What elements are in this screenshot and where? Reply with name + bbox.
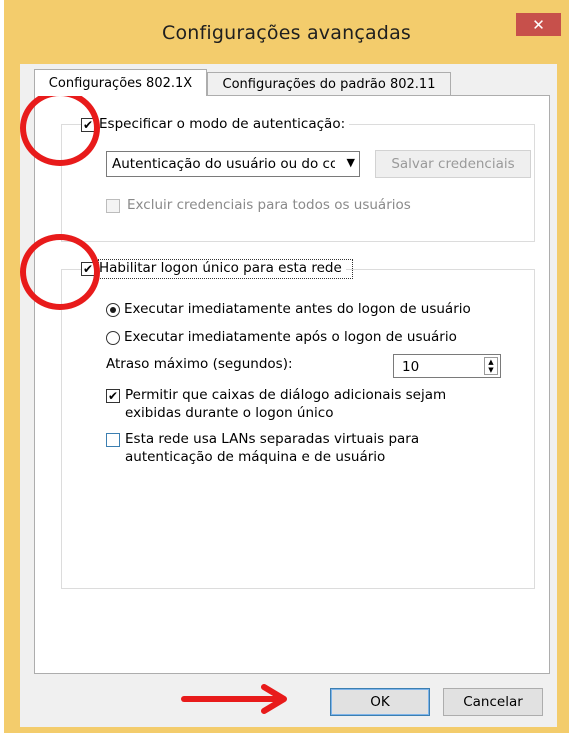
chevron-down-icon: ▼ bbox=[346, 156, 355, 169]
radio-selected-dot bbox=[110, 307, 116, 313]
window-title: Configurações avançadas bbox=[161, 22, 412, 44]
exclude-credentials-checkbox[interactable] bbox=[106, 199, 120, 213]
cancel-button[interactable]: Cancelar bbox=[443, 688, 543, 716]
run-after-logon-radio[interactable] bbox=[106, 331, 120, 345]
max-delay-value: 10 bbox=[402, 359, 420, 375]
ok-label: OK bbox=[370, 694, 390, 710]
allow-dialogs-checkbox[interactable]: ✔ bbox=[106, 389, 120, 403]
vlan-checkbox[interactable] bbox=[106, 433, 120, 447]
exclude-credentials-label: Excluir credenciais para todos os usuári… bbox=[127, 197, 411, 213]
allow-dialogs-label-line2: exibidas durante o logon único bbox=[125, 405, 334, 421]
check-icon: ✔ bbox=[107, 389, 119, 403]
run-after-logon-label: Executar imediatamente após o logon de u… bbox=[124, 329, 457, 345]
tab-802-1x-settings[interactable]: Configurações 802.1X bbox=[34, 69, 207, 96]
title-bar[interactable]: Configurações avançadas ✕ bbox=[4, 0, 569, 64]
auth-mode-value: Autenticação do usuário ou do co bbox=[112, 156, 335, 172]
cancel-label: Cancelar bbox=[463, 694, 523, 710]
close-button[interactable]: ✕ bbox=[516, 13, 561, 36]
specify-mode-label: Especificar o modo de autenticação: bbox=[99, 116, 350, 132]
auth-mode-select[interactable]: Autenticação do usuário ou do co ▼ bbox=[106, 151, 360, 177]
spin-arrows[interactable]: ▲ ▼ bbox=[484, 357, 498, 375]
annotation-circle-specify-mode bbox=[20, 90, 100, 166]
tab-label: Configurações 802.1X bbox=[48, 75, 193, 91]
tab-label: Configurações do padrão 802.11 bbox=[222, 77, 436, 92]
max-delay-spinner[interactable]: 10 ▲ ▼ bbox=[393, 354, 501, 378]
save-credentials-button[interactable]: Salvar credenciais bbox=[375, 150, 531, 178]
save-credentials-label: Salvar credenciais bbox=[391, 156, 515, 172]
spin-up-icon: ▲ bbox=[488, 358, 494, 366]
max-delay-label: Atraso máximo (segundos): bbox=[106, 356, 293, 372]
vlan-label-line1: Esta rede usa LANs separadas virtuais pa… bbox=[125, 431, 420, 447]
sso-groupbox bbox=[61, 269, 535, 589]
run-before-logon-radio[interactable] bbox=[106, 303, 120, 317]
tab-panel: ✔ Especificar o modo de autenticação: Au… bbox=[34, 95, 550, 674]
auth-groupbox bbox=[61, 124, 535, 242]
tab-802-11-settings[interactable]: Configurações do padrão 802.11 bbox=[207, 72, 451, 96]
focus-indicator bbox=[98, 259, 353, 279]
dialog-client-area: Configurações 802.1X Configurações do pa… bbox=[20, 64, 557, 727]
ok-button[interactable]: OK bbox=[330, 688, 430, 716]
vlan-label-line2: autenticação de máquina e de usuário bbox=[125, 449, 386, 465]
allow-dialogs-label-line1: Permitir que caixas de diálogo adicionai… bbox=[125, 387, 447, 403]
close-icon: ✕ bbox=[532, 15, 545, 34]
run-before-logon-label: Executar imediatamente antes do logon de… bbox=[124, 301, 471, 317]
spin-down-icon: ▼ bbox=[488, 366, 494, 374]
annotation-arrow-icon bbox=[181, 684, 287, 714]
annotation-circle-enable-sso bbox=[20, 234, 100, 310]
